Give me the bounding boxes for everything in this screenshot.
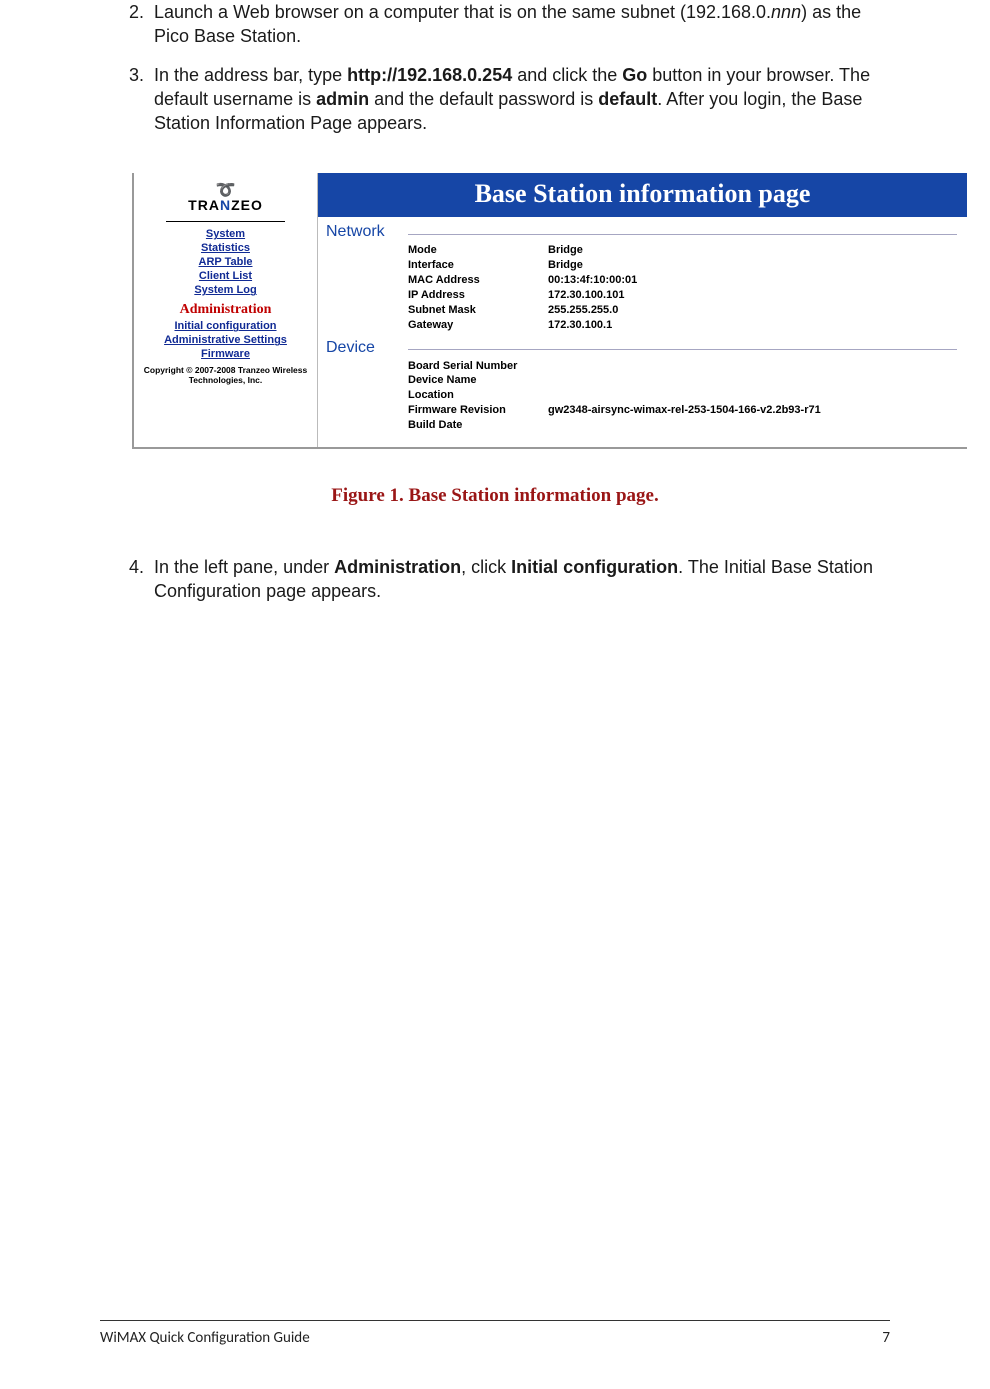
step-4-number: 4. <box>100 555 154 604</box>
sidebar-divider <box>166 221 285 222</box>
network-row: Subnet Mask255.255.255.0 <box>408 303 957 318</box>
logo-brand: TRANZEO <box>188 197 263 213</box>
device-row: Board Serial Number <box>408 359 957 374</box>
step-2-text-a: Launch a Web browser on a computer that … <box>154 2 771 22</box>
device-value <box>548 388 957 403</box>
nav-client-list[interactable]: Client List <box>138 270 313 282</box>
network-value: 172.30.100.1 <box>548 318 957 333</box>
copyright-line2: Technologies, Inc. <box>189 375 263 385</box>
logo-post: ZEO <box>231 197 263 213</box>
device-label: Device <box>326 339 408 357</box>
network-key: Interface <box>408 258 548 273</box>
footer-page-number: 7 <box>882 1329 890 1347</box>
step-3-t2: and click the <box>512 65 622 85</box>
network-row: IP Address172.30.100.101 <box>408 288 957 303</box>
network-row: Gateway172.30.100.1 <box>408 318 957 333</box>
figure-1-caption: Figure 1. Base Station information page. <box>100 485 890 507</box>
page-footer: WiMAX Quick Configuration Guide 7 <box>100 1320 890 1347</box>
step-3-t4: and the default password is <box>369 89 598 109</box>
network-key: MAC Address <box>408 273 548 288</box>
device-row: Device Name <box>408 373 957 388</box>
step-3-b4: default <box>598 89 657 109</box>
device-value <box>548 373 957 388</box>
nav-statistics[interactable]: Statistics <box>138 242 313 254</box>
device-key: Build Date <box>408 418 548 433</box>
screenshot-left-pane: ➰ TRANZEO System Statistics ARP Table Cl… <box>134 173 318 446</box>
network-divider <box>408 234 957 235</box>
network-value: Bridge <box>548 243 957 258</box>
network-label: Network <box>326 223 408 241</box>
network-value: Bridge <box>548 258 957 273</box>
network-key: Mode <box>408 243 548 258</box>
device-kv-block: Board Serial NumberDevice NameLocationFi… <box>318 357 967 439</box>
figure-1-screenshot: ➰ TRANZEO System Statistics ARP Table Cl… <box>132 173 967 448</box>
nav-initial-configuration[interactable]: Initial configuration <box>138 320 313 332</box>
nav-administrative-settings[interactable]: Administrative Settings <box>138 334 313 346</box>
network-value: 00:13:4f:10:00:01 <box>548 273 957 288</box>
step-3-b2: Go <box>622 65 647 85</box>
device-key: Location <box>408 388 548 403</box>
device-divider <box>408 349 957 350</box>
network-section-header: Network <box>318 223 967 241</box>
footer-title: WiMAX Quick Configuration Guide <box>100 1329 310 1347</box>
step-3-b1: http://192.168.0.254 <box>347 65 512 85</box>
network-value: 255.255.255.0 <box>548 303 957 318</box>
logo: ➰ TRANZEO <box>138 179 313 217</box>
network-row: InterfaceBridge <box>408 258 957 273</box>
device-row: Location <box>408 388 957 403</box>
network-key: Gateway <box>408 318 548 333</box>
device-value <box>548 418 957 433</box>
device-value: gw2348-airsync-wimax-rel-253-1504-166-v2… <box>548 403 957 418</box>
nav-firmware[interactable]: Firmware <box>138 348 313 360</box>
step-3-b3: admin <box>316 89 369 109</box>
step-2: 2. Launch a Web browser on a computer th… <box>100 0 890 49</box>
nav-administration-heading: Administration <box>138 302 313 318</box>
step-3-number: 3. <box>100 63 154 136</box>
step-2-body: Launch a Web browser on a computer that … <box>154 0 890 49</box>
device-row: Firmware Revisiongw2348-airsync-wimax-re… <box>408 403 957 418</box>
device-value <box>548 359 957 374</box>
network-key: Subnet Mask <box>408 303 548 318</box>
device-row: Build Date <box>408 418 957 433</box>
device-key: Firmware Revision <box>408 403 548 418</box>
step-3-body: In the address bar, type http://192.168.… <box>154 63 890 136</box>
logo-n: N <box>220 197 231 213</box>
step-4-body: In the left pane, under Administration, … <box>154 555 890 604</box>
step-3-t1: In the address bar, type <box>154 65 347 85</box>
nav-system-log[interactable]: System Log <box>138 284 313 296</box>
logo-pre: TRA <box>188 197 220 213</box>
network-row: MAC Address00:13:4f:10:00:01 <box>408 273 957 288</box>
nav-arp-table[interactable]: ARP Table <box>138 256 313 268</box>
copyright-line1: Copyright © 2007-2008 Tranzeo Wireless <box>144 365 308 375</box>
step-4-b2: Initial configuration <box>511 557 678 577</box>
network-key: IP Address <box>408 288 548 303</box>
screenshot-right-pane: Base Station information page Network Mo… <box>318 173 967 446</box>
nav-system[interactable]: System <box>138 228 313 240</box>
step-4-b1: Administration <box>334 557 461 577</box>
step-4-t1: In the left pane, under <box>154 557 334 577</box>
step-2-number: 2. <box>100 0 154 49</box>
step-2-italic: nnn <box>771 2 801 22</box>
device-section-header: Device <box>318 339 967 357</box>
info-page-banner: Base Station information page <box>318 173 967 217</box>
network-kv-block: ModeBridgeInterfaceBridgeMAC Address00:1… <box>318 241 967 338</box>
step-4-t2: , click <box>461 557 511 577</box>
step-3: 3. In the address bar, type http://192.1… <box>100 63 890 136</box>
device-key: Board Serial Number <box>408 359 548 374</box>
sidebar-copyright: Copyright © 2007-2008 Tranzeo Wireless T… <box>138 366 313 386</box>
network-row: ModeBridge <box>408 243 957 258</box>
device-key: Device Name <box>408 373 548 388</box>
step-4: 4. In the left pane, under Administratio… <box>100 555 890 604</box>
network-value: 172.30.100.101 <box>548 288 957 303</box>
